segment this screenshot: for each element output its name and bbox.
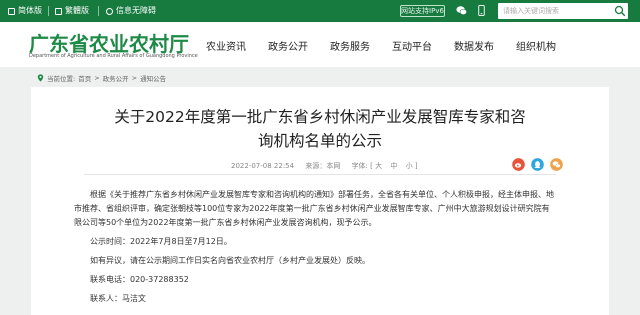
top-utility-bar: 简体版 繁體版 信息无障碍 网站支持IPv6 xyxy=(0,0,640,22)
logo-title-en: Department of Agriculture and Rural Affa… xyxy=(29,53,198,59)
separator xyxy=(48,6,49,16)
breadcrumb-separator: > xyxy=(131,74,138,82)
paragraph-5: 联系人：马洁文 xyxy=(90,294,146,303)
wechat-share-icon[interactable] xyxy=(550,158,563,171)
weibo-share-icon[interactable] xyxy=(512,158,525,171)
traditional-version-link[interactable]: 繁體版 xyxy=(55,6,89,16)
accessibility-icon xyxy=(106,7,113,15)
meta-divider xyxy=(84,174,556,175)
breadcrumb: 当前位置: 首页 > 政务公开 > 通知公告 xyxy=(37,73,166,83)
nav-item-gov-affairs[interactable]: 政务公开 xyxy=(268,38,308,53)
breadcrumb-separator: > xyxy=(94,74,100,82)
breadcrumb-home[interactable]: 首页 xyxy=(78,73,91,83)
font-size-label: 字体: xyxy=(351,162,368,170)
qq-share-icon[interactable] xyxy=(531,158,544,171)
breadcrumb-gov-affairs[interactable]: 政务公开 xyxy=(103,73,129,83)
nav-item-news[interactable]: 农业资讯 xyxy=(206,38,246,53)
ipv6-badge: 网站支持IPv6 xyxy=(400,5,445,17)
monitor-icon xyxy=(8,7,15,15)
nav-item-services[interactable]: 政务服务 xyxy=(330,38,370,53)
article-meta: 2022-07-08 22:54 来源：本网 字体: [ 大 中 小 ] xyxy=(231,162,418,170)
accessibility-link[interactable]: 信息无障碍 xyxy=(106,6,156,16)
paragraph-4: 联系电话：020-37288352 xyxy=(90,275,189,284)
search-icon[interactable] xyxy=(614,5,626,17)
traditional-version-label: 繁體版 xyxy=(65,6,89,15)
paragraph-2: 公示时间：2022年7月8日至7月12日。 xyxy=(90,237,232,246)
breadcrumb-notices[interactable]: 通知公告 xyxy=(140,73,166,83)
nav-item-interaction[interactable]: 互动平台 xyxy=(392,38,432,53)
search-box xyxy=(498,3,628,19)
paragraph-1-line-1: 根据《关于推荐广东省乡村休闲产业发展智库专家和咨询机构的通知》部署任务，全省各有… xyxy=(90,190,554,199)
breadcrumb-prefix: 当前位置: xyxy=(47,75,76,83)
location-pin-icon xyxy=(37,74,44,82)
font-size-large[interactable]: 大 xyxy=(375,162,382,170)
nav-item-data[interactable]: 数据发布 xyxy=(454,38,494,53)
article-card: 关于2022年度第一批广东省乡村休闲产业发展智库专家和咨询机构名单的公示 202… xyxy=(31,87,609,315)
accessibility-label: 信息无障碍 xyxy=(116,6,156,15)
wechat-icon[interactable] xyxy=(456,5,467,16)
article-title: 关于2022年度第一批广东省乡村休闲产业发展智库专家和咨询机构名单的公示 xyxy=(114,108,526,150)
simplified-version-label: 简体版 xyxy=(18,6,42,15)
nav-item-organization[interactable]: 组织机构 xyxy=(516,38,556,53)
simplified-version-link[interactable]: 简体版 xyxy=(8,6,42,16)
monitor-icon xyxy=(55,7,62,15)
paragraph-1-line-3: 限公司等50个单位为2022年度第一批广东省乡村休闲产业发展咨询机构，现予公示。 xyxy=(74,218,377,227)
mobile-icon[interactable] xyxy=(476,5,487,16)
paragraph-1-line-2: 市推荐、省组织评审，确定张朝枝等100位专家为2022年度第一批广东省乡村休闲产… xyxy=(74,204,550,213)
site-logo[interactable]: 广东省农业农村厅 Department of Agriculture and R… xyxy=(29,28,198,62)
search-input[interactable] xyxy=(498,3,610,19)
site-header: 广东省农业农村厅 Department of Agriculture and R… xyxy=(0,22,640,67)
article-date: 2022-07-08 22:54 xyxy=(231,162,295,170)
font-size-small[interactable]: 小 xyxy=(406,162,413,170)
article-source: 来源：本网 xyxy=(305,162,341,170)
separator xyxy=(98,6,99,16)
paragraph-3: 如有异议，请在公示期间工作日实名向省农业农村厅（乡村产业发展处）反映。 xyxy=(90,256,370,265)
font-size-medium[interactable]: 中 xyxy=(390,162,397,170)
